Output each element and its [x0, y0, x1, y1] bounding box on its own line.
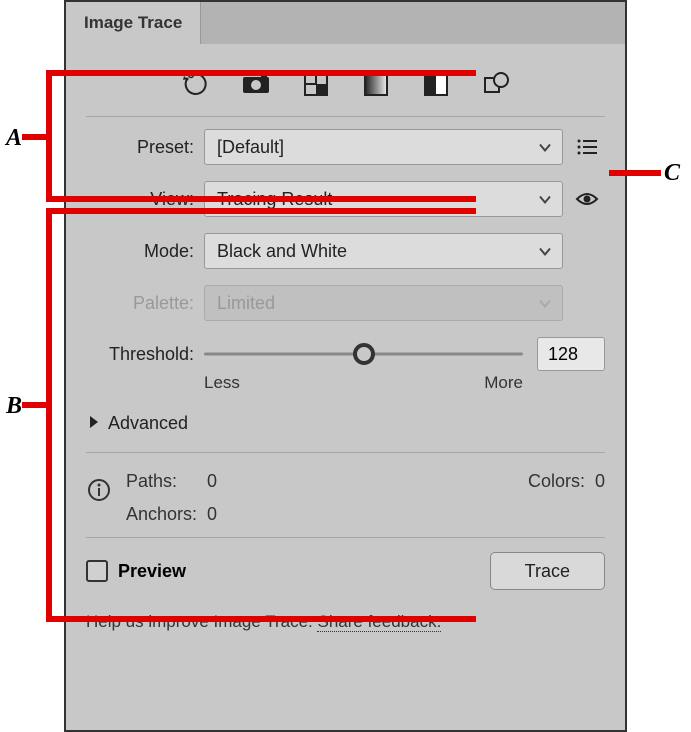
threshold-row: Threshold: 128: [86, 337, 605, 371]
mode-label: Mode:: [86, 241, 204, 262]
preset-label: Preset:: [86, 137, 204, 158]
preset-menu-icon[interactable]: [569, 139, 605, 155]
stats-row: Paths: 0 Colors: 0 Anchors: 0: [86, 465, 605, 537]
callout-a-line-top: [46, 70, 476, 76]
outline-icon[interactable]: [480, 70, 512, 98]
image-trace-panel: Image Trace Pres: [64, 0, 627, 732]
threshold-slider[interactable]: [204, 342, 523, 366]
preset-row: Preset: [Default]: [86, 129, 605, 165]
chevron-down-icon: [538, 189, 552, 210]
share-feedback-link[interactable]: Share feedback.: [317, 612, 441, 632]
divider: [86, 116, 605, 117]
tab-image-trace[interactable]: Image Trace: [66, 2, 201, 44]
panel-body: Preset: [Default] View: Tracing Result: [66, 44, 625, 642]
trace-button[interactable]: Trace: [490, 552, 605, 590]
callout-c-label: C: [664, 160, 680, 187]
info-icon: [86, 477, 112, 503]
chevron-down-icon: [538, 137, 552, 158]
mode-row: Mode: Black and White: [86, 233, 605, 269]
callout-a-label: A: [6, 125, 22, 152]
threshold-value: 128: [548, 344, 578, 365]
bottom-area: Preview Trace: [86, 537, 605, 600]
callout-b-line-vert: [46, 208, 52, 622]
threshold-max-label: More: [484, 373, 523, 393]
callout-a-tick: [22, 134, 50, 140]
threshold-min-label: Less: [204, 373, 240, 393]
callout-b-label: B: [6, 393, 22, 420]
preset-select[interactable]: [Default]: [204, 129, 563, 165]
callout-b-line-top: [46, 208, 476, 214]
callout-a-line-bottom: [46, 196, 476, 202]
paths-value: 0: [207, 471, 217, 492]
mode-value: Black and White: [217, 241, 347, 262]
mode-select[interactable]: Black and White: [204, 233, 563, 269]
chevron-down-icon: [538, 241, 552, 262]
divider: [86, 452, 605, 453]
preview-checkbox[interactable]: [86, 560, 108, 582]
callout-b-line-bottom: [46, 616, 476, 622]
palette-value: Limited: [217, 293, 275, 314]
anchors-value: 0: [207, 504, 217, 525]
triangle-right-icon: [88, 413, 100, 434]
anchors-label: Anchors:: [126, 504, 197, 525]
threshold-range-labels: Less More: [204, 373, 605, 393]
trace-label: Trace: [525, 561, 570, 582]
preset-value: [Default]: [217, 137, 284, 158]
colors-value: 0: [595, 471, 605, 492]
chevron-down-icon: [538, 293, 552, 314]
paths-label: Paths:: [126, 471, 197, 492]
callout-c-tick: [609, 170, 661, 176]
preview-checkbox-group[interactable]: Preview: [86, 560, 186, 582]
tab-bar-spacer: [201, 2, 625, 44]
preview-label: Preview: [118, 561, 186, 582]
advanced-label: Advanced: [108, 413, 188, 434]
advanced-toggle[interactable]: Advanced: [86, 407, 605, 448]
colors-label: Colors:: [528, 471, 585, 492]
eye-icon[interactable]: [569, 191, 605, 207]
palette-row: Palette: Limited: [86, 285, 605, 321]
threshold-label: Threshold:: [86, 344, 204, 365]
slider-thumb[interactable]: [353, 343, 375, 365]
palette-label: Palette:: [86, 293, 204, 314]
stats-grid: Paths: 0 Colors: 0 Anchors: 0: [126, 471, 605, 525]
tab-bar: Image Trace: [66, 2, 625, 44]
callout-b-tick: [22, 402, 50, 408]
tab-label: Image Trace: [84, 13, 182, 33]
palette-select: Limited: [204, 285, 563, 321]
threshold-value-input[interactable]: 128: [537, 337, 605, 371]
